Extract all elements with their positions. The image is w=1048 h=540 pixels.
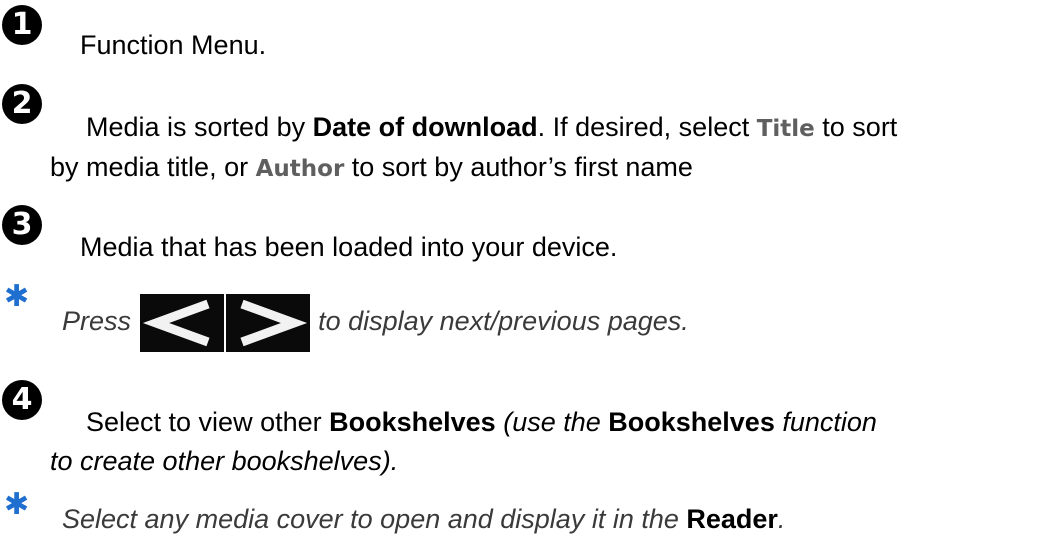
italic-span: function bbox=[774, 407, 877, 437]
number-1-icon: 1 bbox=[2, 5, 42, 45]
note-select-text: Select any media cover to open and displ… bbox=[62, 500, 785, 538]
text-span: to sort bbox=[814, 112, 898, 142]
italic-span: (use the bbox=[495, 407, 609, 437]
step-4-line-2: to create other bookshelves). bbox=[50, 442, 398, 480]
step-4-line-1: Select to view other Bookshelves (use th… bbox=[86, 403, 877, 441]
note-press-text: Press to display next/previous pages. bbox=[62, 290, 689, 352]
text-span: Media is sorted by bbox=[86, 112, 313, 142]
italic-span: to create other bookshelves). bbox=[50, 446, 399, 476]
number-2-icon: 2 bbox=[2, 84, 42, 124]
bold-term: Reader bbox=[686, 504, 778, 534]
bold-term: Date of download bbox=[312, 112, 538, 142]
text-span: . If desired, select bbox=[537, 112, 757, 142]
star-icon: ✱ bbox=[4, 487, 30, 522]
step-2-line-1: Media is sorted by Date of download. If … bbox=[86, 108, 897, 148]
text-span: by media title, or bbox=[50, 152, 256, 182]
text-span: Select any media cover to open and displ… bbox=[62, 504, 687, 534]
star-icon: ✱ bbox=[4, 279, 30, 314]
step-2-line-2: by media title, or Author to sort by aut… bbox=[50, 148, 693, 188]
bold-term: Bookshelves bbox=[608, 407, 775, 437]
number-4-icon: 4 bbox=[2, 380, 42, 420]
prev-page-arrow-icon bbox=[139, 293, 224, 352]
step-3-text: Media that has been loaded into your dev… bbox=[80, 232, 618, 262]
bold-term: Bookshelves bbox=[329, 407, 496, 437]
accent-term: Author bbox=[255, 156, 345, 182]
text-span: to display next/previous pages. bbox=[318, 306, 689, 336]
text-span: Select to view other bbox=[86, 407, 330, 437]
step-1-text: Function Menu. bbox=[80, 30, 267, 60]
text-span: to sort by author’s first name bbox=[344, 152, 693, 182]
number-3-icon: 3 bbox=[2, 205, 42, 245]
accent-term: Title bbox=[756, 116, 815, 142]
next-page-arrow-icon bbox=[225, 293, 310, 352]
text-span: . bbox=[777, 504, 786, 534]
text-span: Press bbox=[62, 306, 132, 336]
